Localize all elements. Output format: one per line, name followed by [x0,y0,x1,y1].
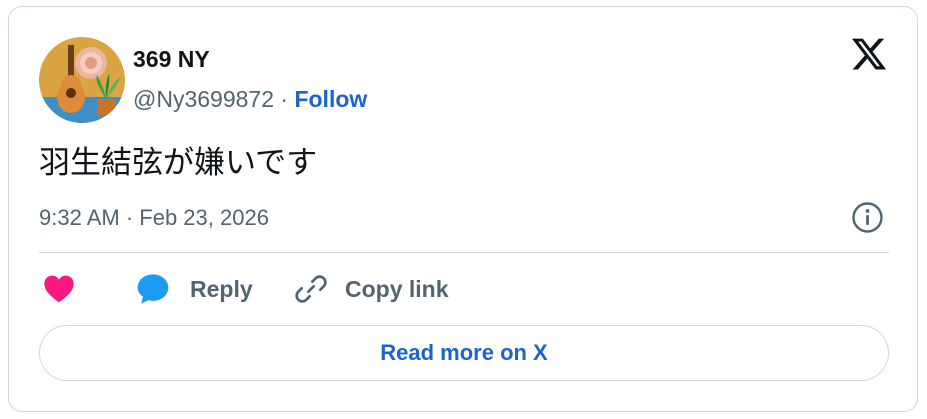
info-icon[interactable] [851,201,884,234]
author-handle[interactable]: @Ny3699872 [133,86,274,112]
follow-button[interactable]: Follow [294,86,367,112]
tweet-actions: Reply Copy link [9,269,917,309]
link-icon [295,275,327,303]
read-more-button[interactable]: Read more on X [39,325,889,381]
avatar-guitar-plant-image [39,37,125,123]
divider [39,252,889,253]
author-handle-row: @Ny3699872 · Follow [133,85,367,113]
x-logo-icon[interactable] [849,35,889,73]
reply-button[interactable]: Reply [136,269,253,309]
heart-icon [44,275,74,303]
author-avatar[interactable] [39,37,125,123]
speech-bubble-icon [137,274,169,304]
author-display-name[interactable]: 369 NY [133,45,210,73]
like-button[interactable] [43,269,75,309]
copy-link-label: Copy link [345,275,449,302]
handle-separator: · [280,86,289,112]
reply-label: Reply [190,275,253,302]
tweet-timestamp[interactable]: 9:32 AM · Feb 23, 2026 [39,205,269,231]
embedded-tweet-card: 369 NY @Ny3699872 · Follow 羽生結弦が嫌いです 9:3… [8,6,918,412]
tweet-text: 羽生結弦が嫌いです [39,145,318,181]
copy-link-button[interactable]: Copy link [295,269,449,309]
